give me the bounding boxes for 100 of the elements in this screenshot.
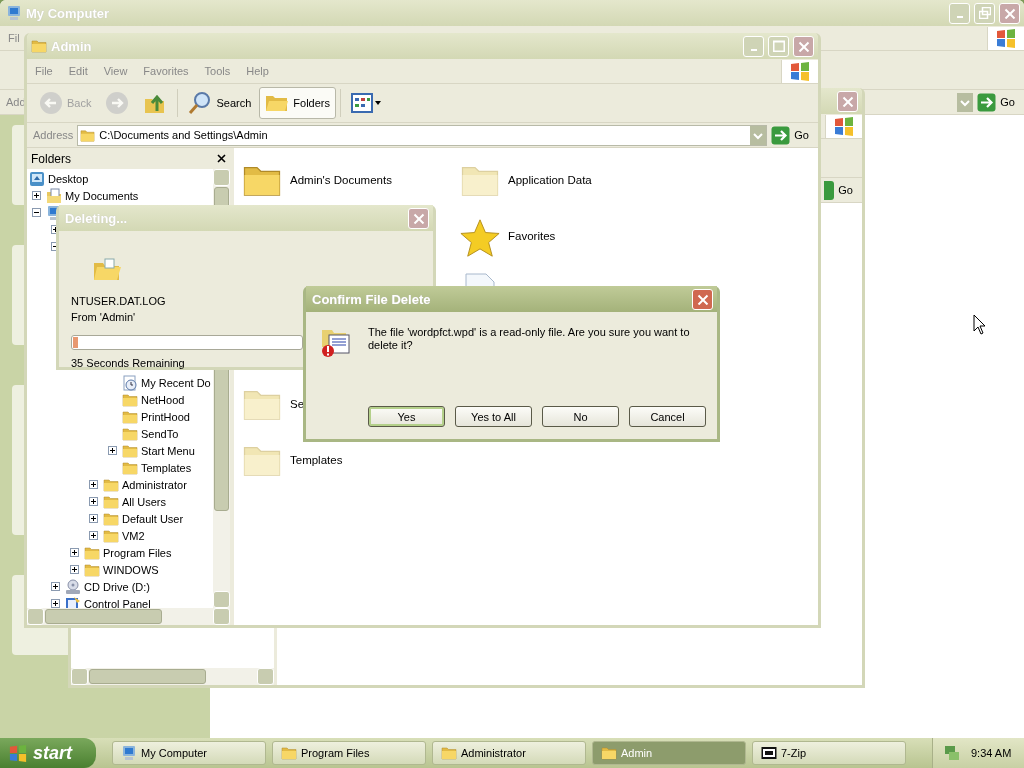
archive-icon (761, 745, 777, 761)
windows-logo-icon (8, 744, 28, 762)
expand-icon[interactable] (108, 446, 117, 455)
expand-icon[interactable] (32, 191, 41, 200)
close-button[interactable] (793, 35, 814, 57)
expand-icon[interactable] (70, 548, 79, 557)
file-name[interactable]: Se (290, 398, 305, 410)
windows-logo-icon (789, 61, 811, 81)
tree-item[interactable]: VM2 (122, 529, 145, 542)
expand-icon[interactable] (89, 480, 98, 489)
window-title: Admin (51, 38, 93, 54)
mouse-cursor-icon (973, 314, 986, 335)
close-icon (696, 293, 709, 305)
source-folder: From 'Admin' (71, 311, 136, 323)
restore-icon (978, 7, 991, 19)
folder-icon (84, 544, 100, 561)
tree-item[interactable]: Templates (141, 461, 192, 474)
desktop-icon (29, 170, 45, 187)
file-name: NTUSER.DAT.LOG (71, 295, 166, 307)
folder-icon (84, 561, 100, 578)
close-button[interactable] (837, 90, 858, 112)
close-icon (797, 40, 810, 52)
dialog-button[interactable]: Cancel (629, 406, 706, 427)
expand-icon[interactable] (51, 599, 60, 608)
expand-icon[interactable] (89, 497, 98, 506)
taskbar-button[interactable]: Administrator (432, 741, 586, 765)
taskbar-button[interactable]: Program Files (272, 741, 426, 765)
tree-item[interactable]: SendTo (141, 427, 179, 440)
folder-icon (103, 527, 119, 544)
tree-item[interactable]: All Users (122, 495, 166, 508)
collapse-icon[interactable] (32, 208, 41, 217)
pane-title: Folders (31, 151, 71, 166)
folder-icon (103, 510, 119, 527)
clock-document-icon (122, 374, 138, 391)
folder-icon (122, 408, 138, 425)
tree-item[interactable]: My Recent Do (141, 376, 211, 389)
windows-logo-icon (995, 28, 1017, 48)
tree-item[interactable]: PrintHood (141, 410, 190, 423)
folder-icon (122, 425, 138, 442)
expand-icon[interactable] (89, 531, 98, 540)
network-icon[interactable] (943, 744, 961, 762)
minimize-icon (956, 16, 963, 18)
dialog-button[interactable]: No (542, 406, 619, 427)
tree-item[interactable]: Start Menu (141, 444, 195, 457)
folder-icon (80, 127, 96, 143)
documents-folder-icon (46, 187, 62, 204)
star-icon (460, 216, 500, 260)
search-icon (188, 91, 213, 115)
file-name[interactable]: Favorites (508, 230, 556, 242)
search-button[interactable]: Search (182, 87, 258, 119)
address-field[interactable]: C:\Documents and Settings\Admin (77, 124, 768, 146)
horizontal-scrollbar[interactable] (27, 608, 230, 625)
file-name[interactable]: Templates (290, 454, 343, 466)
window-title: My Computer (26, 5, 111, 21)
folder-icon (103, 476, 119, 493)
tree-item[interactable]: Control Panel (84, 597, 151, 608)
views-icon (351, 92, 383, 114)
folder-icon (122, 391, 138, 408)
computer-icon (121, 745, 137, 761)
cd-drive-icon (65, 578, 81, 595)
tree-item[interactable]: WINDOWS (103, 563, 159, 576)
folder-icon (122, 442, 138, 459)
start-button[interactable]: start (0, 738, 96, 768)
close-icon (841, 95, 854, 107)
expand-icon[interactable] (70, 565, 79, 574)
go-button[interactable]: Go (838, 184, 853, 196)
file-name[interactable]: Admin's Documents (290, 174, 392, 186)
expand-icon[interactable] (51, 582, 60, 591)
maximize-icon (772, 40, 785, 52)
close-button[interactable] (999, 2, 1020, 24)
dialog-button[interactable]: Yes (368, 406, 445, 427)
taskbar-button[interactable]: My Computer (112, 741, 266, 765)
dialog-title: Confirm File Delete (312, 291, 432, 307)
folders-button[interactable]: Folders (259, 87, 336, 119)
tree-item[interactable]: Default User (122, 512, 184, 525)
dialog-button[interactable]: Yes to All (455, 406, 532, 427)
minimize-icon (750, 49, 757, 51)
expand-icon[interactable] (89, 514, 98, 523)
tree-item[interactable]: My Documents (65, 189, 139, 202)
taskbar-button[interactable]: 7-Zip (752, 741, 906, 765)
close-icon[interactable] (217, 154, 226, 163)
time-remaining: 35 Seconds Remaining (71, 357, 185, 369)
folder-icon (281, 745, 297, 761)
tree-item[interactable]: NetHood (141, 393, 185, 406)
close-button[interactable] (408, 207, 429, 229)
tree-item[interactable]: Program Files (103, 546, 172, 559)
go-button[interactable]: Go (977, 92, 1021, 112)
tree-item[interactable]: CD Drive (D:) (84, 580, 150, 593)
folder-icon (601, 745, 617, 761)
tree-item[interactable]: Desktop (48, 172, 89, 185)
horizontal-scrollbar[interactable] (71, 668, 274, 685)
folder-icon (103, 493, 119, 510)
go-button[interactable]: Go (771, 125, 815, 145)
close-icon (412, 212, 425, 224)
file-name[interactable]: Application Data (508, 174, 592, 186)
tree-item[interactable]: Administrator (122, 478, 187, 491)
close-button[interactable] (692, 288, 713, 310)
close-icon (1003, 7, 1016, 19)
clock: 9:34 AM (971, 747, 1012, 759)
windows-logo-icon (833, 116, 855, 136)
